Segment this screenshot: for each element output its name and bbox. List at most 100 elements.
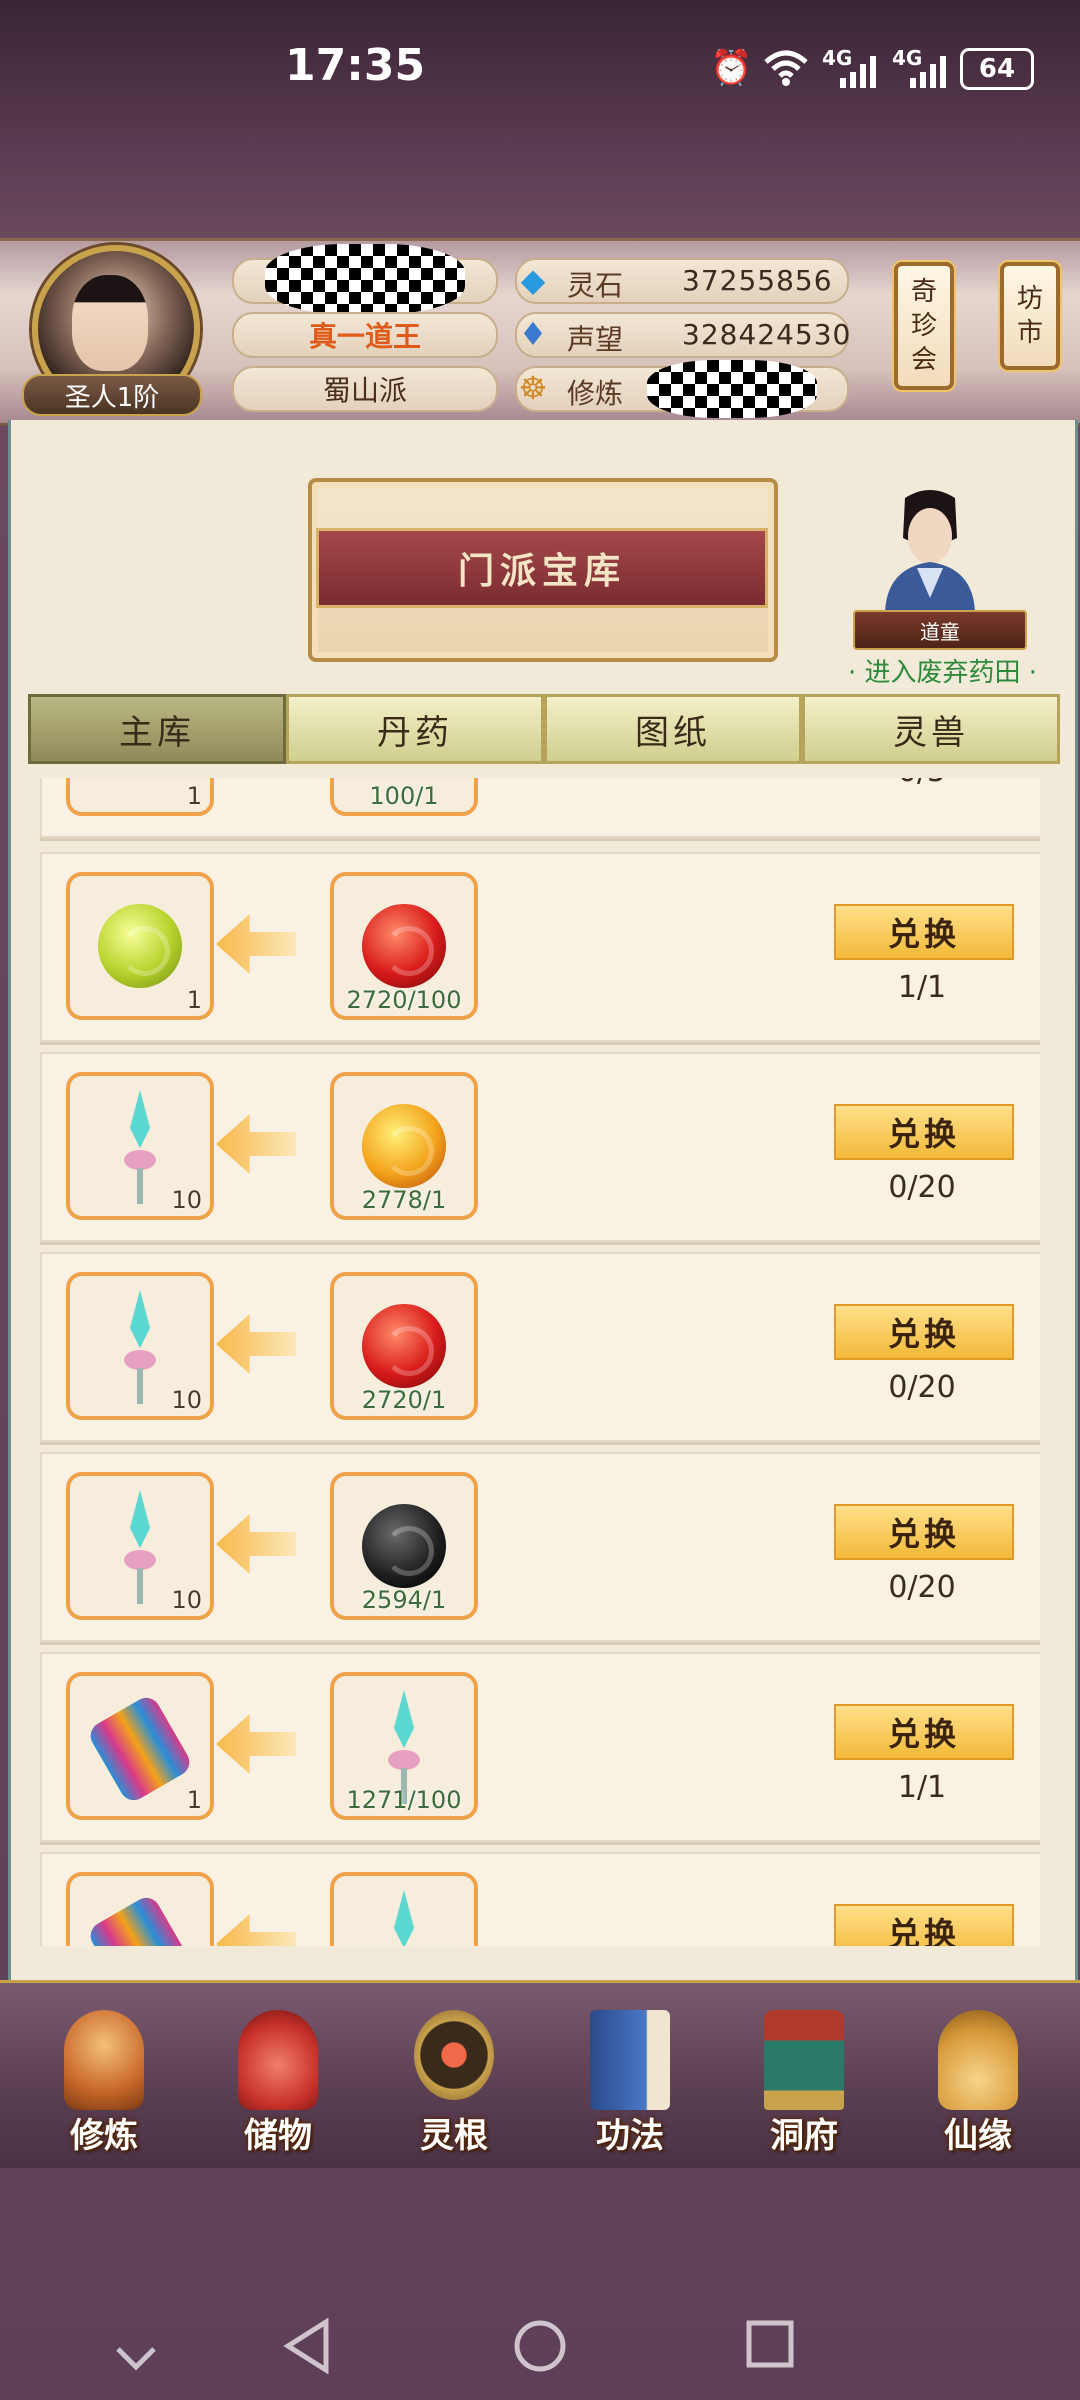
treasure-fair-button[interactable]: 奇 珍 会 (894, 262, 954, 390)
exchange-button[interactable]: 兑换 (834, 1304, 1014, 1360)
redacted-value (647, 360, 817, 418)
list-item: 1 2720/100 兑换 1/1 (40, 852, 1040, 1042)
reward-count: 1 (186, 986, 202, 1014)
enter-herb-field-link[interactable]: · 进入废弃药田 · (830, 652, 1055, 689)
status-bar: 17:35 ⏰ 4G 4G 64 (0, 0, 1080, 140)
nav-techniques[interactable]: 功法 (560, 2000, 700, 2160)
player-sect: 蜀山派 (232, 366, 498, 412)
spirit-stone-icon: ◆ (520, 261, 546, 299)
arrow-left-icon (216, 1514, 296, 1574)
cost-slot[interactable]: 1271/100 (330, 1672, 478, 1820)
cost-count: 2778/1 (361, 1186, 447, 1214)
list-item: 1 100/1 0/5 (40, 778, 1040, 838)
cost-slot[interactable]: 100/1 (330, 778, 478, 816)
reward-slot[interactable]: 1 (66, 778, 214, 816)
sword-icon (394, 1890, 414, 1946)
nav-storage[interactable]: 储物 (208, 2000, 348, 2160)
exchange-limit: 0/5 (834, 778, 1010, 789)
exchange-button[interactable]: 兑换 (834, 1904, 1014, 1946)
nav-cultivate[interactable]: 修炼 (34, 2000, 174, 2160)
green-orb-icon (98, 904, 182, 988)
cost-count: 2594/1 (361, 1586, 447, 1614)
cost-slot[interactable]: 2720/1 (330, 1272, 478, 1420)
cost-slot[interactable]: 2778/1 (330, 1072, 478, 1220)
npc-portrait[interactable] (865, 488, 995, 612)
nav-fate[interactable]: 仙缘 (908, 2000, 1048, 2160)
storage-bag-icon (238, 2010, 318, 2110)
spirit-root-icon (414, 2010, 494, 2100)
tab-spirit-beasts[interactable]: 灵兽 (802, 694, 1060, 764)
cost-count: 2720/1 (361, 1386, 447, 1414)
signal-bars-icon-2 (906, 54, 950, 94)
list-item: 10 2594/1 兑换 0/20 (40, 1452, 1040, 1642)
exchange-list[interactable]: 1 100/1 0/5 1 2720/100 兑换 1/1 10 2778/1 … (40, 778, 1040, 1946)
resource-label: 修炼 (567, 377, 624, 410)
arrow-left-icon (216, 1114, 296, 1174)
technique-book-icon (590, 2010, 670, 2110)
exchange-button[interactable]: 兑换 (834, 904, 1014, 960)
tab-main-vault[interactable]: 主库 (28, 694, 286, 764)
exchange-button[interactable]: 兑换 (834, 1504, 1014, 1560)
arrow-left-icon (216, 1714, 296, 1774)
clock: 17:35 (285, 40, 426, 91)
reward-slot[interactable]: 10 (66, 1072, 214, 1220)
reward-slot[interactable]: 1 (66, 872, 214, 1020)
reward-slot[interactable] (66, 1872, 214, 1946)
exchange-button[interactable]: 兑换 (834, 1704, 1014, 1760)
nav-label: 储物 (244, 2116, 312, 2156)
market-button[interactable]: 坊 市 (1000, 262, 1060, 370)
list-item: 10 2778/1 兑换 0/20 (40, 1052, 1040, 1242)
signal-bars-icon (836, 54, 880, 94)
lantern-text: 奇 (910, 277, 937, 307)
chevron-down-icon[interactable] (112, 2326, 160, 2386)
red-orb-icon (362, 1304, 446, 1388)
nav-label: 仙缘 (944, 2116, 1012, 2156)
cost-slot[interactable]: 2720/100 (330, 872, 478, 1020)
tab-pills[interactable]: 丹药 (286, 694, 544, 764)
resource-value: 328424530 (682, 318, 852, 351)
orange-orb-icon (362, 1104, 446, 1188)
npc-name-tag: 道童 (853, 610, 1027, 650)
scroll-icon (85, 1892, 195, 1946)
player-rank-badge: 圣人1阶 (22, 374, 202, 416)
nav-label: 灵根 (420, 2116, 488, 2156)
arrow-left-icon (216, 1914, 296, 1946)
alarm-icon: ⏰ (710, 48, 753, 88)
exchange-limit: 0/20 (888, 1170, 956, 1205)
exchange-limit: 0/20 (888, 1370, 956, 1405)
nav-spirit-root[interactable]: 灵根 (384, 2000, 524, 2160)
reward-count: 10 (171, 1186, 202, 1214)
reward-count: 10 (171, 1586, 202, 1614)
tab-blueprints[interactable]: 图纸 (544, 694, 802, 764)
arrow-left-icon (216, 914, 296, 974)
recents-icon[interactable] (744, 2318, 796, 2383)
resource-label: 灵石 (567, 269, 624, 302)
home-icon[interactable] (512, 2318, 568, 2387)
lantern-text: 坊 (1016, 284, 1043, 314)
list-item: 10 2720/1 兑换 0/20 (40, 1252, 1040, 1442)
nav-cave-house[interactable]: 洞府 (734, 2000, 874, 2160)
exchange-limit: 0/20 (888, 1570, 956, 1605)
reward-slot[interactable]: 10 (66, 1272, 214, 1420)
cost-slot[interactable] (330, 1872, 478, 1946)
cultivate-monk-icon (64, 2010, 144, 2110)
cost-count: 2720/100 (346, 986, 462, 1014)
arrow-left-icon (216, 1314, 296, 1374)
cost-slot[interactable]: 2594/1 (330, 1472, 478, 1620)
cultivation-icon: ☸ (518, 369, 548, 407)
black-orb-icon (362, 1504, 446, 1588)
lantern-text: 会 (910, 345, 937, 375)
reward-slot[interactable]: 1 (66, 1672, 214, 1820)
reputation-icon: ♦ (518, 315, 548, 353)
exchange-button[interactable]: 兑换 (834, 1104, 1014, 1160)
list-item: 1 1271/100 兑换 1/1 (40, 1652, 1040, 1842)
reward-count: 1 (186, 1786, 202, 1814)
exchange-limit: 1/1 (897, 1770, 947, 1805)
sword-icon (124, 1290, 156, 1404)
cave-house-icon (764, 2010, 844, 2110)
back-icon[interactable] (282, 2317, 334, 2387)
reward-slot[interactable]: 10 (66, 1472, 214, 1620)
resource-label: 声望 (567, 323, 624, 356)
cost-count: 100/1 (369, 782, 439, 810)
reward-count: 10 (171, 1386, 202, 1414)
